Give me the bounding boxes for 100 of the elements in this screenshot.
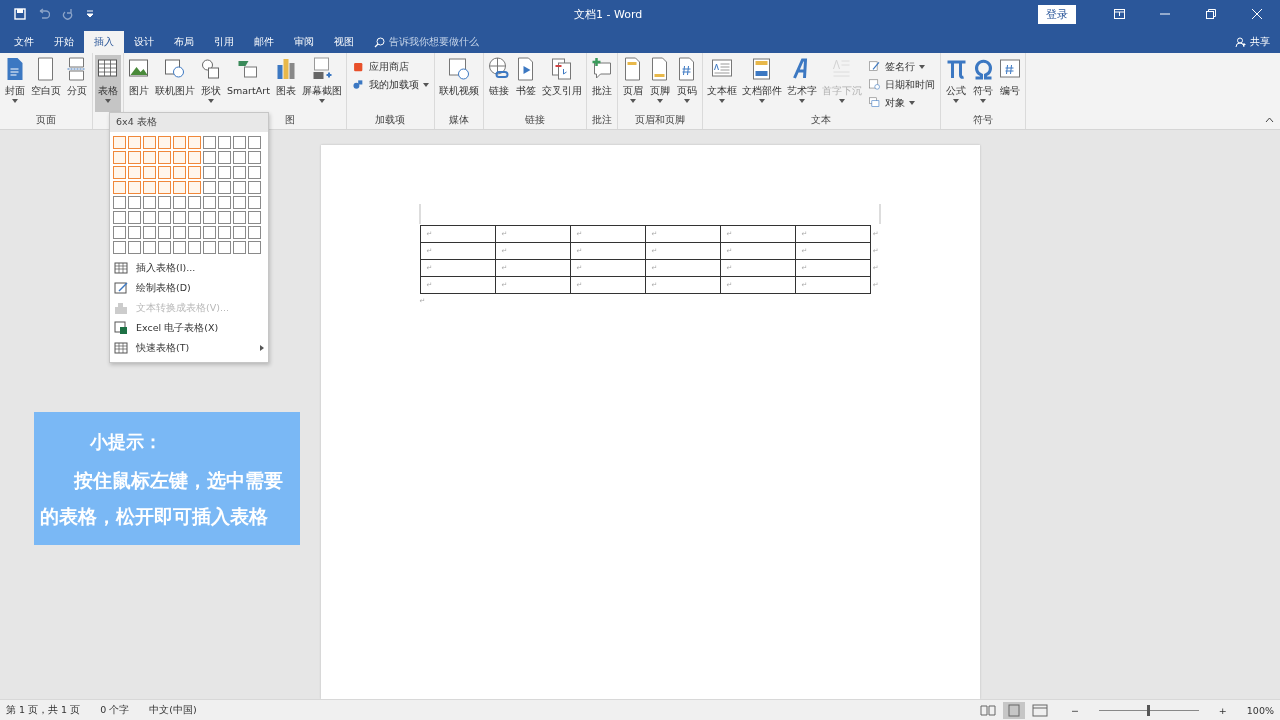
grid-cell[interactable] xyxy=(143,151,156,164)
grid-cell[interactable] xyxy=(218,196,231,209)
share-button[interactable]: 共享 xyxy=(1250,35,1270,49)
grid-cell[interactable] xyxy=(173,151,186,164)
grid-cell[interactable] xyxy=(113,181,126,194)
grid-cell[interactable] xyxy=(113,241,126,254)
grid-cell[interactable] xyxy=(218,211,231,224)
zoom-thumb[interactable] xyxy=(1147,704,1151,716)
grid-cell[interactable] xyxy=(188,226,201,239)
ribbon-button[interactable]: 分页 xyxy=(64,55,90,112)
ribbon-tab[interactable]: 审阅 xyxy=(284,31,324,53)
ribbon-button[interactable]: 编号 xyxy=(996,55,1023,112)
grid-cell[interactable] xyxy=(248,151,261,164)
grid-cell[interactable] xyxy=(128,136,141,149)
grid-cell[interactable] xyxy=(158,211,171,224)
grid-cell[interactable] xyxy=(233,196,246,209)
ribbon-tab[interactable]: 设计 xyxy=(124,31,164,53)
grid-cell[interactable] xyxy=(113,151,126,164)
grid-cell[interactable] xyxy=(173,196,186,209)
grid-cell[interactable] xyxy=(128,241,141,254)
grid-cell[interactable] xyxy=(188,136,201,149)
login-button[interactable]: 登录 xyxy=(1038,4,1076,24)
grid-cell[interactable] xyxy=(158,196,171,209)
grid-cell[interactable] xyxy=(128,151,141,164)
grid-cell[interactable] xyxy=(188,211,201,224)
menu-item[interactable]: 插入表格(I)... xyxy=(110,258,268,278)
grid-cell[interactable] xyxy=(143,136,156,149)
collapse-ribbon-icon[interactable] xyxy=(1265,117,1274,123)
search-field[interactable]: 告诉我你想要做什么 xyxy=(389,35,479,49)
grid-cell[interactable] xyxy=(233,241,246,254)
grid-cell[interactable] xyxy=(248,226,261,239)
ribbon-button[interactable]: 符号 xyxy=(969,55,996,112)
grid-cell[interactable] xyxy=(203,226,216,239)
menu-item[interactable]: 绘制表格(D) xyxy=(110,278,268,298)
grid-cell[interactable] xyxy=(233,151,246,164)
close-icon[interactable] xyxy=(1252,9,1262,19)
zoom-out-button[interactable]: − xyxy=(1070,704,1079,716)
ribbon-button[interactable]: 文档部件 xyxy=(739,55,784,112)
ribbon-button[interactable]: 屏幕截图 xyxy=(299,55,344,112)
ribbon-button[interactable]: 批注 xyxy=(588,55,615,112)
grid-cell[interactable] xyxy=(128,211,141,224)
grid-cell[interactable] xyxy=(188,241,201,254)
grid-cell[interactable] xyxy=(143,241,156,254)
grid-cell[interactable] xyxy=(218,241,231,254)
grid-cell[interactable] xyxy=(128,196,141,209)
ribbon-button[interactable]: SmartArt xyxy=(225,55,272,112)
grid-cell[interactable] xyxy=(188,151,201,164)
ribbon-tab[interactable]: 引用 xyxy=(204,31,244,53)
ribbon-tab[interactable]: 开始 xyxy=(44,31,84,53)
grid-cell[interactable] xyxy=(113,226,126,239)
ribbon-button[interactable]: 艺术字 xyxy=(784,55,819,112)
grid-cell[interactable] xyxy=(233,166,246,179)
ribbon-button[interactable]: 页眉 xyxy=(619,55,646,112)
ribbon-button[interactable]: 对象 xyxy=(864,95,938,112)
menu-item[interactable]: Excel 电子表格(X) xyxy=(110,318,268,338)
grid-cell[interactable] xyxy=(143,211,156,224)
grid-cell[interactable] xyxy=(113,136,126,149)
ribbon-button[interactable]: 形状 xyxy=(198,55,224,112)
ribbon-tab[interactable]: 邮件 xyxy=(244,31,284,53)
grid-cell[interactable] xyxy=(158,241,171,254)
ribbon-button[interactable]: 应用商店 xyxy=(348,59,432,76)
grid-cell[interactable] xyxy=(158,226,171,239)
ribbon-button[interactable]: 公式 xyxy=(942,55,969,112)
ribbon-button[interactable]: 日期和时间 xyxy=(864,77,938,94)
ribbon-button[interactable]: 我的加载项 xyxy=(348,77,432,94)
ribbon-button[interactable]: 交叉引用 xyxy=(539,55,584,112)
grid-cell[interactable] xyxy=(248,166,261,179)
grid-cell[interactable] xyxy=(173,166,186,179)
grid-cell[interactable] xyxy=(248,136,261,149)
ribbon-tab[interactable]: 视图 xyxy=(324,31,364,53)
grid-cell[interactable] xyxy=(233,136,246,149)
ribbon-tab[interactable]: 文件 xyxy=(4,31,44,53)
grid-cell[interactable] xyxy=(173,136,186,149)
print-layout-icon[interactable] xyxy=(1002,701,1025,719)
grid-cell[interactable] xyxy=(218,181,231,194)
ribbon-button[interactable]: 封面 xyxy=(2,55,28,112)
ribbon-button[interactable]: 签名行 xyxy=(864,59,938,76)
ribbon-tab[interactable]: 布局 xyxy=(164,31,204,53)
grid-cell[interactable] xyxy=(128,226,141,239)
ribbon-button[interactable]: 图表 xyxy=(272,55,299,112)
ribbon-button[interactable]: 书签 xyxy=(512,55,539,112)
grid-cell[interactable] xyxy=(203,196,216,209)
save-icon[interactable] xyxy=(14,8,26,20)
grid-cell[interactable] xyxy=(233,181,246,194)
grid-cell[interactable] xyxy=(248,196,261,209)
grid-cell[interactable] xyxy=(203,136,216,149)
ribbon-button[interactable]: 空白页 xyxy=(29,55,63,112)
grid-cell[interactable] xyxy=(173,181,186,194)
ribbon-button[interactable]: 页脚 xyxy=(646,55,673,112)
grid-cell[interactable] xyxy=(203,151,216,164)
ribbon-button[interactable]: 链接 xyxy=(485,55,512,112)
ribbon-button[interactable]: 页码 xyxy=(673,55,700,112)
ribbon-display-icon[interactable] xyxy=(1113,9,1125,19)
grid-cell[interactable] xyxy=(233,211,246,224)
grid-cell[interactable] xyxy=(113,196,126,209)
grid-cell[interactable] xyxy=(113,166,126,179)
ribbon-button[interactable]: 联机视频 xyxy=(436,55,481,112)
restore-icon[interactable] xyxy=(1206,9,1216,19)
ribbon-button[interactable]: 文本框 xyxy=(704,55,739,112)
grid-cell[interactable] xyxy=(233,226,246,239)
